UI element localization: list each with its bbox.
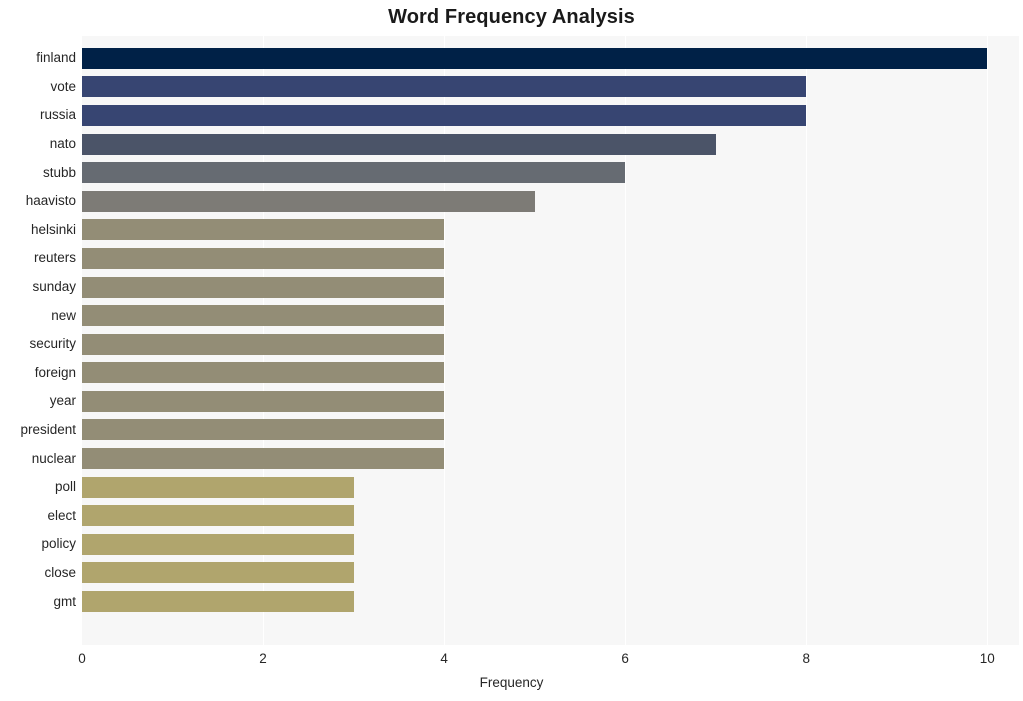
y-axis-tick-label: foreign (34, 364, 76, 380)
bar (82, 533, 354, 555)
bar (82, 276, 445, 298)
y-axis-tick-label: close (44, 564, 76, 580)
bar (82, 104, 807, 126)
x-axis-title: Frequency (479, 675, 544, 690)
bar (82, 448, 445, 470)
bar (82, 390, 445, 412)
x-axis-tick-label: 6 (621, 651, 629, 666)
bar (82, 333, 445, 355)
y-axis-tick-label: nuclear (31, 450, 76, 466)
y-axis-tick-label: president (20, 421, 76, 437)
y-axis-tick-label: russia (39, 107, 76, 123)
x-axis-tick-label: 2 (259, 651, 267, 666)
y-axis-tick-label: poll (54, 479, 76, 495)
y-axis-tick-label: haavisto (25, 193, 76, 209)
x-axis-tick-label: 0 (78, 651, 86, 666)
x-axis-tick-label: 4 (440, 651, 448, 666)
bar (82, 362, 445, 384)
bar (82, 47, 988, 69)
bar (82, 562, 354, 584)
plot-area (82, 36, 1019, 645)
x-axis-tick-label: 8 (802, 651, 811, 666)
y-axis-tick-label: policy (41, 536, 76, 552)
y-axis-tick-label: new (51, 307, 76, 323)
y-axis-tick-label: sunday (32, 279, 76, 295)
chart-title: Word Frequency Analysis (388, 6, 635, 28)
bars-container (82, 36, 1019, 645)
y-axis-tick-label: stubb (42, 164, 76, 180)
bar (82, 133, 716, 155)
bar (82, 219, 445, 241)
bar (82, 247, 445, 269)
y-axis-tick-label: elect (47, 507, 76, 523)
y-axis-tick-label: vote (50, 78, 76, 94)
x-axis-ticks: 0 2 4 6 8 10 (78, 645, 1019, 671)
y-axis-tick-label: year (49, 393, 76, 409)
y-axis-tick-label: gmt (53, 593, 76, 609)
bar (82, 505, 354, 527)
bar (82, 190, 535, 212)
x-axis-tick-label: 10 (979, 651, 995, 666)
y-axis-tick-label: security (29, 336, 76, 352)
word-frequency-chart-figure: Word Frequency Analysis finland vote russi… (0, 0, 1023, 701)
y-axis-tick-label: finland (36, 50, 76, 66)
y-axis-tick-label: nato (49, 136, 76, 152)
bar (82, 476, 354, 498)
bar (82, 305, 445, 327)
y-axis-tick-label: helsinki (30, 221, 76, 237)
bar (82, 419, 445, 441)
bar (82, 76, 807, 98)
bar (82, 162, 626, 184)
y-axis-labels: finland vote russia nato stubb haavisto helsin… (0, 36, 76, 645)
y-axis-tick-label: reuters (33, 250, 76, 266)
bar (82, 591, 354, 613)
